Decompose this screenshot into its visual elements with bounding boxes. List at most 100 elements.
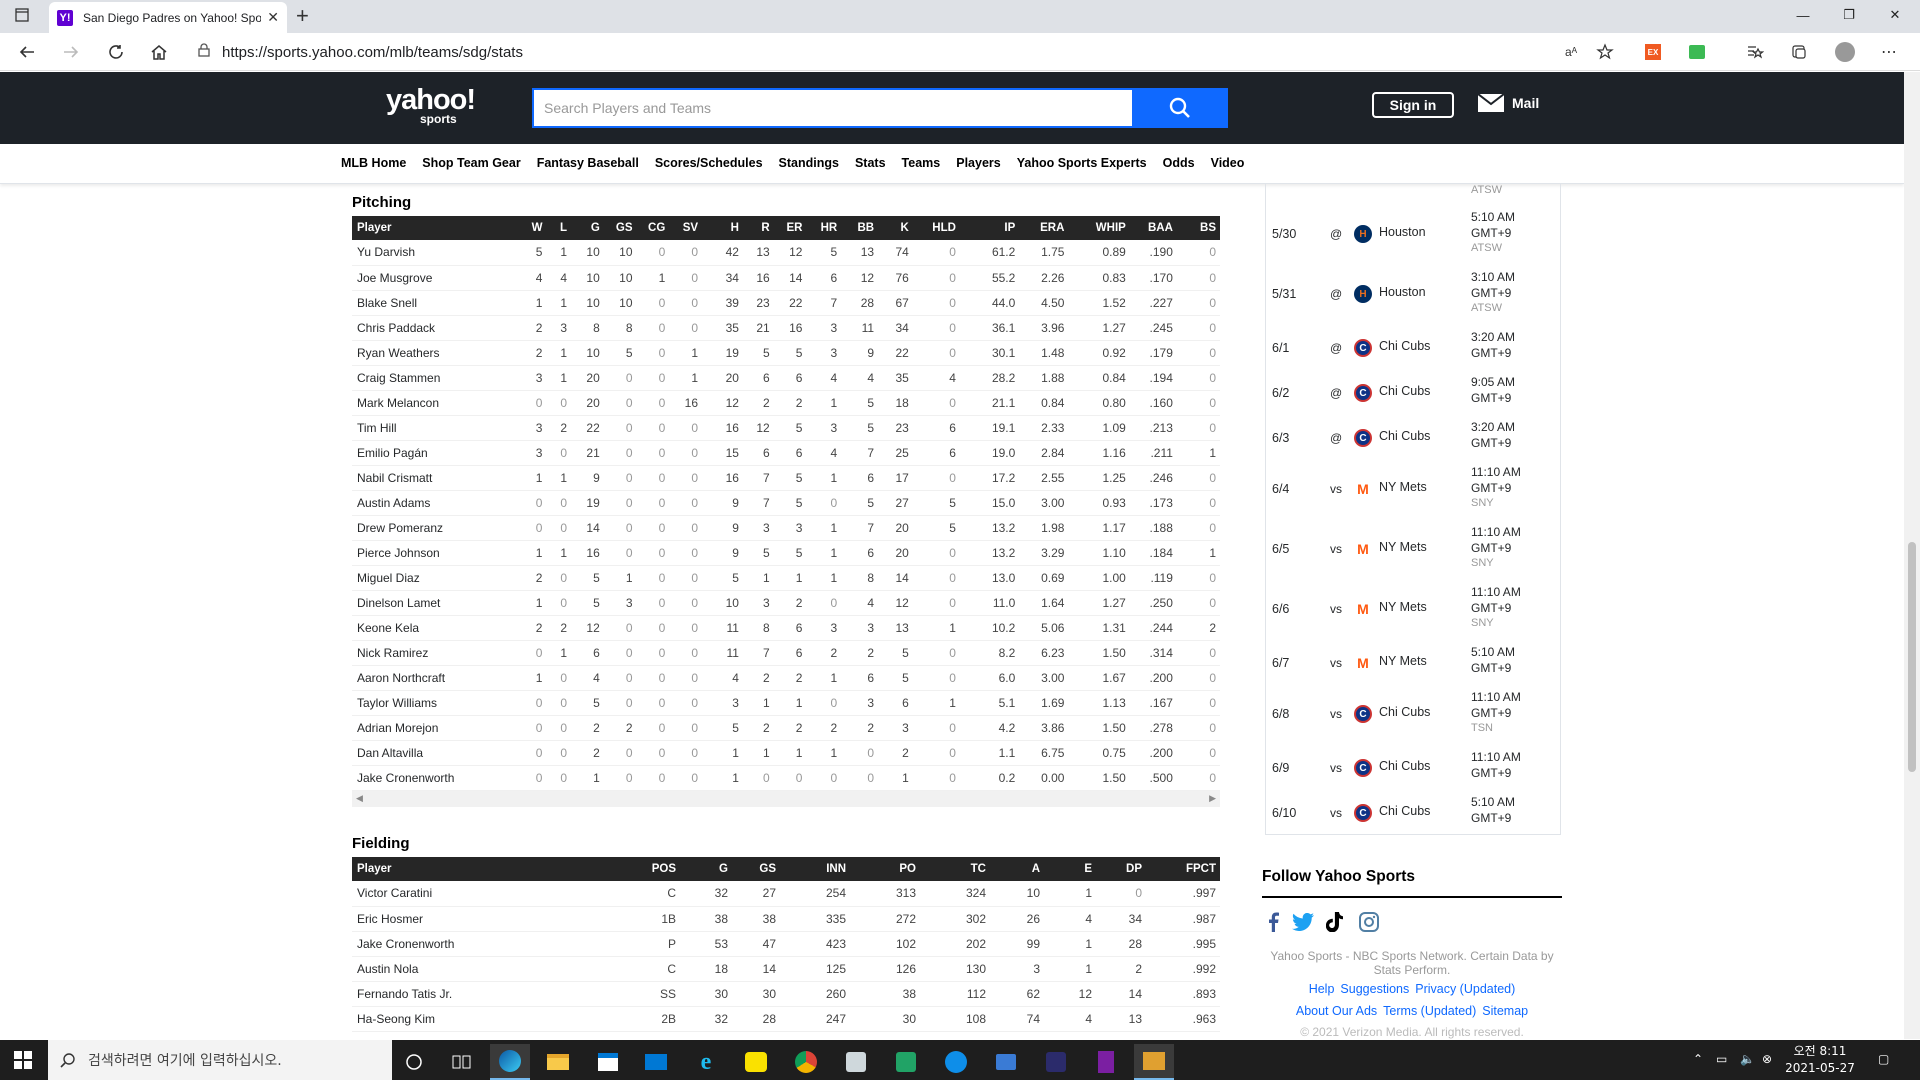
pitching-column-header[interactable]: HLD (912, 216, 960, 240)
player-name-link[interactable]: Emilio Pagán (352, 440, 524, 466)
schedule-game-row[interactable]: 6/8 vs C Chi Cubs 11:10 AM GMT+9 TSN (1266, 690, 1560, 746)
mail-app-icon[interactable] (636, 1044, 676, 1080)
subnav-item[interactable]: Video (1211, 156, 1245, 170)
player-name-link[interactable]: Fernando Tatis Jr. (352, 981, 622, 1007)
pitching-column-header[interactable]: IP (959, 216, 1020, 240)
fielding-column-header[interactable]: GS (732, 857, 780, 881)
footer-link[interactable]: About Our Ads (1296, 1004, 1377, 1018)
subnav-item[interactable]: Fantasy Baseball (537, 156, 639, 170)
more-menu-icon[interactable]: ⋯ (1878, 41, 1900, 63)
pitching-column-header[interactable]: ERA (1019, 216, 1069, 240)
mail-link[interactable]: Mail (1478, 94, 1539, 112)
window-close-icon[interactable]: ✕ (1872, 0, 1918, 30)
kakaotalk-icon[interactable] (736, 1044, 776, 1080)
footer-link[interactable]: Terms (Updated) (1383, 1004, 1476, 1018)
store-icon[interactable] (588, 1044, 628, 1080)
player-name-link[interactable]: Tim Hill (352, 415, 524, 441)
fielding-column-header[interactable]: FPCT (1146, 857, 1220, 881)
app-folder-icon[interactable] (986, 1044, 1026, 1080)
search-input[interactable] (532, 88, 1132, 128)
player-name-link[interactable]: Drew Pomeranz (352, 515, 524, 541)
player-name-link[interactable]: Ha-Seong Kim (352, 1006, 622, 1032)
player-name-link[interactable]: Nick Ramirez (352, 640, 524, 666)
player-name-link[interactable]: Aaron Northcraft (352, 665, 524, 691)
pitching-column-header[interactable]: G (571, 216, 604, 240)
internet-explorer-icon[interactable]: e (686, 1044, 726, 1080)
pitching-column-header[interactable]: SV (669, 216, 703, 240)
subnav-item[interactable]: Teams (902, 156, 941, 170)
player-name-link[interactable]: Eric Hosmer (352, 906, 622, 932)
scroll-left-icon[interactable]: ◀ (356, 793, 363, 804)
sign-in-button[interactable]: Sign in (1372, 92, 1454, 118)
restore-icon[interactable]: ❐ (1826, 0, 1872, 30)
footer-link[interactable]: Help (1309, 982, 1335, 996)
pitching-column-header[interactable]: BS (1176, 216, 1220, 240)
facebook-icon[interactable] (1262, 911, 1284, 933)
pitching-column-header[interactable]: K (878, 216, 913, 240)
player-name-link[interactable]: Keone Kela (352, 615, 524, 641)
windows-start-icon[interactable] (14, 1051, 32, 1074)
scroll-right-icon[interactable]: ▶ (1209, 793, 1216, 804)
footer-link[interactable]: Sitemap (1482, 1004, 1528, 1018)
footer-link[interactable]: Privacy (Updated) (1415, 982, 1515, 996)
footer-link[interactable]: Suggestions (1340, 982, 1409, 996)
schedule-game-row[interactable]: 6/4 vs M NY Mets 11:10 AM GMT+9 SNY (1266, 465, 1560, 521)
player-name-link[interactable]: Austin Nola (352, 956, 622, 982)
read-aloud-icon[interactable]: aᴬ (1560, 41, 1582, 63)
schedule-game-row[interactable]: 6/5 vs M NY Mets 11:10 AM GMT+9 SNY (1266, 525, 1560, 581)
volume-icon[interactable]: 🔈 (1740, 1052, 1755, 1066)
tab-close-icon[interactable]: ✕ (267, 9, 279, 26)
player-name-link[interactable]: Chris Paddack (352, 315, 524, 341)
fielding-column-header[interactable]: TC (920, 857, 990, 881)
pitching-column-header[interactable]: W (523, 216, 547, 240)
pitching-column-header[interactable]: R (742, 216, 774, 240)
pitching-column-header[interactable]: ER (773, 216, 807, 240)
pitching-column-header[interactable]: CG (636, 216, 670, 240)
subnav-item[interactable]: Players (956, 156, 1000, 170)
subnav-item[interactable]: Odds (1163, 156, 1195, 170)
subnav-item[interactable]: Shop Team Gear (422, 156, 520, 170)
app-gray-icon[interactable] (836, 1044, 876, 1080)
pitching-column-header[interactable]: HR (806, 216, 842, 240)
instagram-icon[interactable] (1358, 911, 1380, 933)
chrome-icon[interactable] (786, 1044, 826, 1080)
player-name-link[interactable]: Joe Musgrove (352, 265, 524, 291)
taskbar-clock[interactable]: 오전 8:11 2021-05-27 (1780, 1043, 1860, 1077)
fielding-column-header[interactable]: PO (850, 857, 920, 881)
schedule-game-row[interactable]: 5/30 @ H Houston 5:10 AM GMT+9 ATSW (1266, 210, 1560, 266)
ime-icon[interactable]: ⊗ (1762, 1052, 1772, 1066)
schedule-game-row[interactable]: 6/10 vs C Chi Cubs 5:10 AM GMT+9 (1266, 795, 1560, 834)
fielding-column-header[interactable]: Player (352, 857, 622, 881)
network-icon[interactable]: ▭ (1716, 1052, 1727, 1066)
pitching-column-header[interactable]: BAA (1129, 216, 1177, 240)
player-name-link[interactable]: Nabil Crismatt (352, 465, 524, 491)
player-name-link[interactable]: Austin Adams (352, 490, 524, 516)
profile-avatar-icon[interactable] (1834, 41, 1856, 63)
tray-chevron-icon[interactable]: ⌃ (1693, 1052, 1703, 1066)
new-tab-icon[interactable]: + (296, 4, 309, 28)
subnav-item[interactable]: MLB Home (341, 156, 406, 170)
player-name-link[interactable]: Ryan Weathers (352, 340, 524, 366)
yahoo-sports-logo[interactable]: yahoo! sports (386, 86, 476, 127)
player-name-link[interactable]: Dinelson Lamet (352, 590, 524, 616)
player-name-link[interactable]: Miguel Diaz (352, 565, 524, 591)
player-name-link[interactable]: Jake Cronenworth (352, 765, 524, 791)
teamviewer-icon[interactable] (936, 1044, 976, 1080)
task-view-icon[interactable] (442, 1044, 482, 1080)
search-button[interactable] (1132, 88, 1228, 128)
pitching-column-header[interactable]: GS (603, 216, 637, 240)
subnav-item[interactable]: Yahoo Sports Experts (1017, 156, 1147, 170)
schedule-game-row[interactable]: 6/6 vs M NY Mets 11:10 AM GMT+9 SNY (1266, 585, 1560, 641)
back-icon[interactable] (14, 39, 40, 65)
player-name-link[interactable]: Blake Snell (352, 290, 524, 316)
fielding-column-header[interactable]: INN (780, 857, 850, 881)
extension-green-icon[interactable] (1686, 41, 1708, 63)
player-name-link[interactable]: Dan Altavilla (352, 740, 524, 766)
page-vertical-scrollbar[interactable] (1904, 72, 1920, 1039)
fielding-column-header[interactable]: G (680, 857, 732, 881)
favorite-star-icon[interactable] (1594, 41, 1616, 63)
player-name-link[interactable]: Craig Stammen (352, 365, 524, 391)
favorites-list-icon[interactable] (1744, 41, 1766, 63)
minimize-icon[interactable]: — (1780, 0, 1826, 30)
player-name-link[interactable]: Jake Cronenworth (352, 931, 622, 957)
